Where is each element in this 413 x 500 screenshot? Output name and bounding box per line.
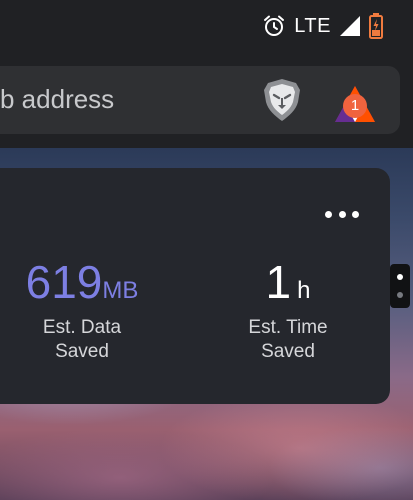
- data-saved-label: Est. Data Saved: [0, 316, 172, 364]
- page-indicator-dot-active: [397, 274, 403, 280]
- more-horizontal-icon: [325, 210, 332, 218]
- data-saved-number: 619: [25, 256, 103, 308]
- page-indicator[interactable]: [390, 264, 410, 308]
- privacy-stats-card: 619MB Est. Data Saved 1h Est. Time Saved: [0, 168, 390, 404]
- battery-charging-icon: [369, 13, 383, 39]
- time-saved-number: 1: [265, 256, 292, 308]
- data-saved-unit: MB: [102, 277, 139, 304]
- cell-signal-icon: [339, 15, 361, 37]
- address-bar-placeholder[interactable]: b address: [0, 84, 114, 115]
- browser-toolbar: b address 1: [0, 52, 413, 148]
- network-type-label: LTE: [294, 14, 331, 37]
- rewards-notification-badge: 1: [343, 94, 367, 118]
- more-dot: [352, 210, 359, 218]
- time-saved-label: Est. Time Saved: [198, 316, 378, 364]
- data-saved-value: 619MB: [0, 256, 172, 308]
- more-dot: [338, 210, 346, 218]
- status-bar: LTE: [0, 0, 413, 52]
- time-saved-label-line1: Est. Time: [248, 317, 328, 338]
- alarm-clock-icon: [262, 14, 286, 38]
- address-bar[interactable]: b address 1: [0, 66, 400, 134]
- data-saved-stat: 619MB Est. Data Saved: [0, 256, 172, 364]
- browser-new-tab-page: LTE b address 1 619MB Est. Data Saved 1 …: [0, 0, 413, 500]
- page-indicator-dot: [397, 292, 403, 298]
- brave-lion-icon[interactable]: [258, 76, 306, 124]
- data-saved-label-line1: Est. Data: [42, 317, 122, 338]
- time-saved-stat: 1h Est. Time Saved: [198, 256, 378, 364]
- status-icons: LTE: [262, 12, 383, 40]
- data-saved-label-line2: Saved: [55, 341, 109, 362]
- more-options-button[interactable]: [325, 206, 359, 222]
- time-saved-value: 1h: [198, 256, 378, 308]
- time-saved-label-line2: Saved: [261, 341, 315, 362]
- time-saved-unit: h: [297, 277, 311, 304]
